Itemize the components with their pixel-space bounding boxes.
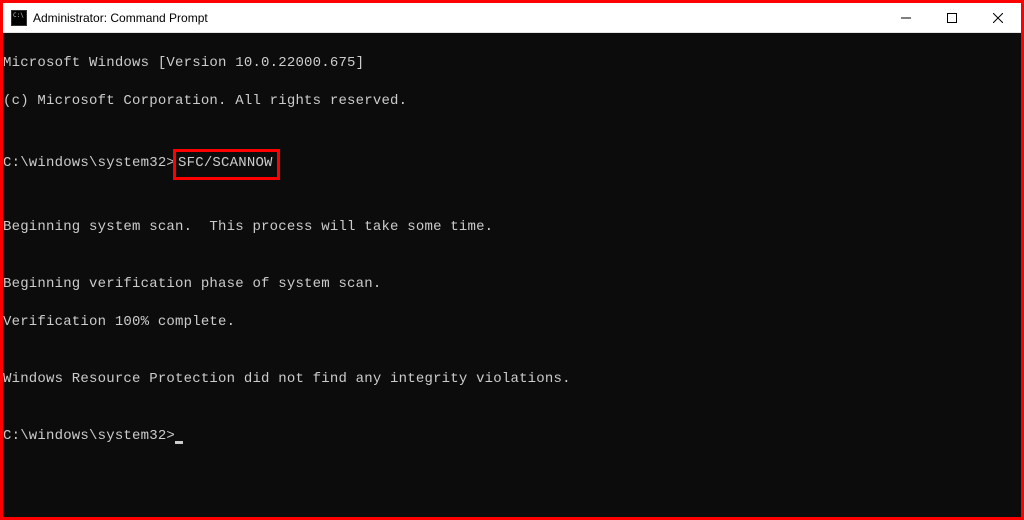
command-highlight: SFC/SCANNOW	[173, 149, 280, 180]
prompt-line: C:\windows\system32>	[3, 427, 1021, 446]
output-line: Microsoft Windows [Version 10.0.22000.67…	[3, 54, 1021, 73]
window-title: Administrator: Command Prompt	[33, 11, 883, 25]
output-line: Windows Resource Protection did not find…	[3, 370, 1021, 389]
prompt-line: C:\windows\system32>SFC/SCANNOW	[3, 149, 1021, 180]
cursor-icon	[175, 441, 183, 444]
titlebar[interactable]: Administrator: Command Prompt	[3, 3, 1021, 33]
prompt-path: C:\windows\system32>	[3, 155, 175, 171]
output-line: Beginning system scan. This process will…	[3, 218, 1021, 237]
close-button[interactable]	[975, 3, 1021, 32]
maximize-button[interactable]	[929, 3, 975, 32]
output-line: (c) Microsoft Corporation. All rights re…	[3, 92, 1021, 111]
command-prompt-window: Administrator: Command Prompt Microsoft …	[3, 3, 1021, 517]
output-line: Beginning verification phase of system s…	[3, 275, 1021, 294]
cmd-icon	[11, 10, 27, 26]
command-text: SFC/SCANNOW	[178, 155, 273, 171]
output-line: Verification 100% complete.	[3, 313, 1021, 332]
window-controls	[883, 3, 1021, 32]
prompt-path: C:\windows\system32>	[3, 428, 175, 444]
minimize-button[interactable]	[883, 3, 929, 32]
terminal-output[interactable]: Microsoft Windows [Version 10.0.22000.67…	[3, 33, 1021, 517]
